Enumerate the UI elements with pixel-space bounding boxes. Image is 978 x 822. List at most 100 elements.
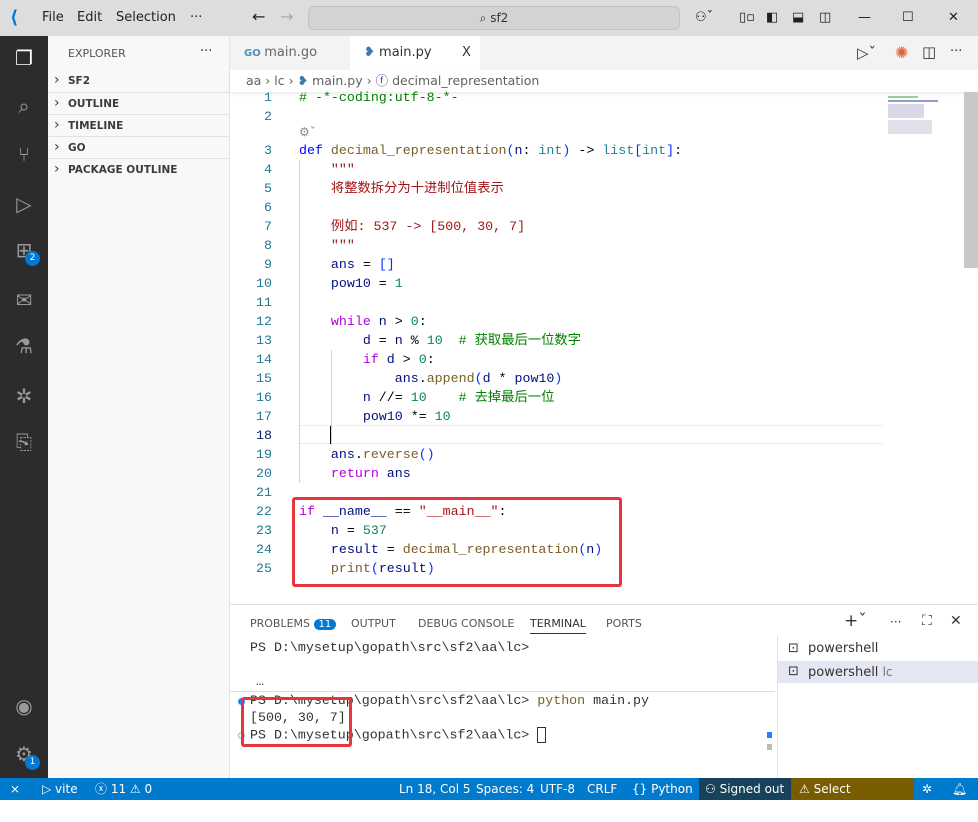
remote-icon[interactable]: ⨯ (10, 778, 20, 800)
new-terminal-icon[interactable]: +ˇ (844, 611, 867, 631)
codelens-icon[interactable]: ⚙ˇ (299, 125, 316, 139)
close-panel-icon[interactable]: ✕ (950, 613, 962, 629)
tab-output[interactable]: OUTPUT (351, 617, 396, 630)
customize-layout-icon[interactable]: ▯▫ (739, 10, 755, 25)
maximize-panel-icon[interactable]: ⛶ (922, 613, 932, 629)
remote-explorer-icon[interactable]: ⎘ (12, 430, 36, 454)
code-token: * (490, 371, 515, 386)
minimize-icon[interactable]: — (858, 10, 871, 25)
menu-selection[interactable]: Selection (116, 10, 176, 25)
command-center-search[interactable]: ⌕ sf2 (308, 6, 680, 30)
code-line: """ (299, 236, 355, 255)
menu-more[interactable]: ··· (190, 10, 202, 25)
breadcrumb-lc[interactable]: lc (274, 73, 284, 88)
line-number: 2 (264, 109, 272, 124)
toggle-panel-icon[interactable]: ⬓ (792, 10, 804, 25)
status-vite[interactable]: ▷ vite (42, 778, 78, 800)
code-line: ans.append(d * pow10) (299, 369, 563, 388)
line-number: 9 (264, 257, 272, 272)
section-timeline[interactable]: TIMELINE (54, 117, 123, 133)
status-spaces[interactable]: Spaces: 4 (476, 778, 534, 800)
forward-icon[interactable]: → (280, 7, 293, 26)
run-icon[interactable]: ▷ˇ (857, 44, 876, 62)
settings-gear-icon[interactable]: ⚙ 1 (12, 742, 40, 770)
code-token: > (394, 352, 419, 367)
extensions-icon[interactable]: ⊞ 2 (12, 238, 40, 266)
menu-file[interactable]: File (42, 10, 64, 25)
close-tab-icon[interactable]: X (462, 36, 471, 70)
section-go[interactable]: GO (54, 139, 85, 155)
status-encoding[interactable]: UTF-8 (540, 778, 575, 800)
code-token: 10 (410, 390, 427, 405)
code-token: [] (378, 257, 395, 272)
search-icon[interactable]: ⌕ (12, 94, 36, 118)
close-icon[interactable]: ✕ (948, 10, 959, 25)
minimap[interactable] (888, 92, 948, 142)
ai-assistant-icon[interactable]: ✲ (12, 384, 36, 408)
testing-icon[interactable]: ⚗ (12, 334, 36, 358)
terminal-scrollbar[interactable] (767, 744, 772, 750)
code-token: pow10 (299, 276, 371, 291)
status-signed-out[interactable]: ⚇ Signed out (699, 778, 791, 800)
toggle-sidebar-icon[interactable]: ◧ (766, 10, 778, 25)
extension-action-icon[interactable]: ✺ (895, 43, 908, 62)
section-outline[interactable]: OUTLINE (54, 95, 119, 111)
section-sf2[interactable]: SF2 (54, 72, 90, 88)
code-token: . (354, 447, 363, 462)
tab-terminal[interactable]: TERMINAL (530, 617, 586, 634)
maximize-icon[interactable]: ☐ (902, 10, 914, 25)
code-token: append (426, 371, 475, 386)
code-token: 将整数拆分为十进制位值表示 (299, 181, 504, 196)
code-token: *= (402, 409, 435, 424)
account-icon[interactable]: ◉ (12, 694, 36, 718)
status-position[interactable]: Ln 18, Col 5 (399, 778, 471, 800)
code-token: 10 (426, 333, 443, 348)
code-line: 将整数拆分为十进制位值表示 (299, 179, 504, 198)
notifications-bell-icon[interactable]: 🔔︎ (952, 778, 967, 800)
toggle-secondary-sidebar-icon[interactable]: ◫ (819, 10, 831, 25)
tab-ports[interactable]: PORTS (606, 617, 642, 630)
source-control-icon[interactable]: ⑂ (12, 142, 36, 166)
status-problems[interactable]: ⓧ 11 ⚠ 0 (95, 778, 152, 800)
back-icon[interactable]: ← (252, 7, 265, 26)
status-language[interactable]: {} Python (632, 778, 693, 800)
breadcrumb-symbol[interactable]: decimal_representation (392, 73, 539, 88)
ai-status-icon[interactable]: ✲ (922, 778, 932, 800)
menu-edit[interactable]: Edit (77, 10, 102, 25)
code-token: # 获取最后一位数字 (442, 333, 581, 348)
terminal-item[interactable]: ⊡ powershell (778, 638, 978, 660)
status-bar: ⨯ ▷ vite ⓧ 11 ⚠ 0 Ln 18, Col 5 Spaces: 4… (0, 778, 978, 818)
code-token: ( (474, 371, 483, 386)
code-token: # 去掉最后一位 (426, 390, 555, 405)
tab-main-go[interactable]: GO main.go (230, 36, 350, 70)
tab-debug-console[interactable]: DEBUG CONSOLE (418, 617, 514, 630)
tab-main-py[interactable]: ❥ main.py X (350, 36, 480, 70)
chat-icon[interactable]: ✉ (12, 288, 36, 312)
status-eol[interactable]: CRLF (587, 778, 617, 800)
explorer-more-button[interactable]: ··· (200, 44, 212, 59)
code-token: ans (299, 257, 355, 272)
code-token: """ (299, 162, 355, 177)
section-package-outline[interactable]: PACKAGE OUTLINE (54, 161, 178, 177)
run-debug-icon[interactable]: ▷ (12, 192, 36, 216)
terminal-item[interactable]: ⊡ powershell lc (778, 661, 978, 683)
code-line: if d > 0: (299, 350, 435, 369)
breadcrumb-file[interactable]: main.py (312, 73, 363, 88)
code-token: def (299, 143, 331, 158)
line-number: 5 (264, 181, 272, 196)
tab-problems[interactable]: PROBLEMS 11 (250, 617, 337, 630)
code-token: -> (570, 143, 603, 158)
code-token: int (642, 143, 667, 158)
problems-badge: 11 (313, 619, 337, 630)
explorer-icon[interactable]: ❐ (12, 46, 36, 70)
panel-more-icon[interactable]: ··· (890, 615, 901, 629)
more-actions-icon[interactable]: ··· (950, 44, 962, 59)
code-token: . (418, 371, 427, 386)
copilot-icon[interactable]: ⚇ˇ (695, 10, 713, 25)
code-token: ans (299, 447, 355, 462)
editor-scrollbar[interactable] (964, 92, 978, 268)
breadcrumb-aa[interactable]: aa (246, 73, 261, 88)
status-select-interpreter[interactable]: ⚠ Select Interpreter (791, 778, 914, 818)
code-token: pow10 (299, 409, 403, 424)
split-editor-icon[interactable]: ◫ (922, 43, 936, 61)
